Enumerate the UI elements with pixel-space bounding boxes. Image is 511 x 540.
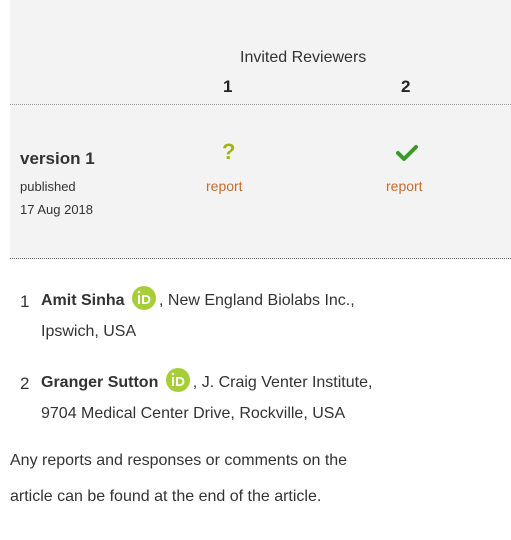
- reviewer-name-link[interactable]: Granger Sutton: [41, 374, 158, 391]
- comments-note-line-2: article can be found at the end of the a…: [10, 488, 322, 505]
- version-status: published: [20, 179, 76, 194]
- reviewer-location: 9704 Medical Center Drive, Rockville, US…: [41, 405, 346, 422]
- orcid-icon[interactable]: [132, 286, 157, 310]
- question-mark-icon: ?: [222, 139, 236, 164]
- panel-divider: [10, 258, 511, 259]
- reviewer-column-1-header: 1: [223, 77, 233, 96]
- reviewer-column-2-header: 2: [401, 77, 411, 96]
- reviewer-number: 2: [20, 374, 30, 393]
- report-link-1[interactable]: report: [206, 178, 243, 194]
- reviewer-location: Ipswich, USA: [41, 323, 137, 340]
- checkmark-icon: [396, 144, 418, 166]
- reviewer-name-link[interactable]: Amit Sinha: [41, 292, 125, 309]
- invited-reviewers-heading: Invited Reviewers: [240, 49, 367, 66]
- reviewer-number: 1: [20, 292, 30, 311]
- reviewer-item-1: 1 Amit Sinha , New England Biolabs Inc.,…: [20, 286, 500, 350]
- orcid-icon[interactable]: [165, 368, 190, 392]
- comments-note-line-1: Any reports and responses or comments on…: [10, 452, 348, 469]
- referee-status-panel: [10, 0, 511, 258]
- reviewer-affiliation: , New England Biolabs Inc.,: [159, 292, 355, 309]
- version-title: version 1: [20, 149, 95, 168]
- version-date: 17 Aug 2018: [20, 202, 94, 217]
- reviewer-item-2: 2 Granger Sutton , J. Craig Venter Insti…: [20, 368, 500, 432]
- header-divider: [10, 104, 511, 105]
- report-link-2[interactable]: report: [386, 178, 423, 194]
- reviewer-affiliation: , J. Craig Venter Institute,: [192, 374, 373, 391]
